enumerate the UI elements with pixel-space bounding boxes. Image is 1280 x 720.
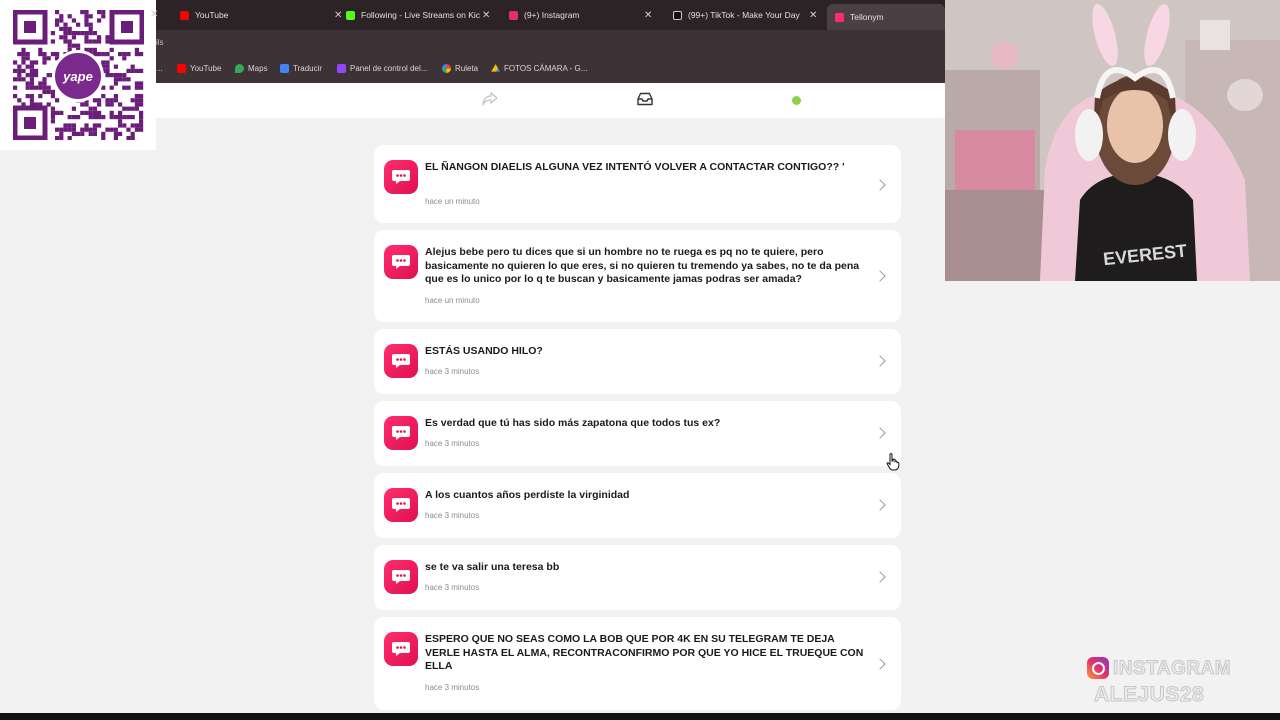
close-icon[interactable]: ✕ bbox=[809, 10, 817, 21]
close-icon[interactable]: ✕ bbox=[482, 10, 490, 21]
bookmark-maps[interactable]: Maps bbox=[235, 64, 268, 73]
maps-icon bbox=[235, 64, 244, 73]
message-time: hace un minuto bbox=[425, 296, 480, 305]
message-bubble-icon bbox=[384, 344, 418, 378]
message-text: ESTÁS USANDO HILO? bbox=[425, 345, 543, 357]
bookmark-label: Panel de control del... bbox=[350, 64, 428, 73]
bookmark-translate[interactable]: Traducir bbox=[280, 64, 322, 73]
chevron-right-icon bbox=[874, 658, 886, 670]
status-dot-icon[interactable] bbox=[792, 96, 801, 105]
message-text: Alejus bebe pero tu dices que si un homb… bbox=[425, 246, 860, 286]
close-icon[interactable]: ✕ bbox=[644, 10, 652, 21]
instagram-overlay: INSTAGRAM ALEJUS28 bbox=[1086, 655, 1266, 710]
tab-kick[interactable]: Following - Live Streams on Kic ✕ bbox=[338, 4, 498, 26]
bottom-strip bbox=[0, 713, 1280, 720]
translate-icon bbox=[280, 64, 289, 73]
address-bar[interactable]: ils bbox=[156, 30, 945, 56]
message-time: hace 3 minutos bbox=[425, 367, 480, 376]
tab-title: Tellonym bbox=[850, 12, 884, 22]
chevron-right-icon bbox=[874, 571, 886, 583]
tab-tiktok[interactable]: (99+) TikTok - Make Your Day ✕ bbox=[665, 4, 825, 26]
message-bubble-icon bbox=[384, 632, 418, 666]
tab-tellonym[interactable]: Tellonym bbox=[827, 4, 945, 30]
yape-logo: yape bbox=[52, 50, 104, 102]
youtube-favicon-icon bbox=[180, 10, 189, 20]
message-time: hace un minuto bbox=[425, 197, 480, 206]
message-bubble-icon bbox=[384, 416, 418, 450]
roulette-icon bbox=[442, 64, 451, 73]
tiktok-favicon-icon bbox=[673, 10, 682, 20]
tab-youtube[interactable]: YouTube ✕ bbox=[172, 4, 342, 26]
message-time: hace 3 minutos bbox=[425, 583, 480, 592]
kick-favicon-icon bbox=[346, 10, 355, 20]
bookmark-fotos-camara[interactable]: FOTOS CÁMARA - G... bbox=[491, 64, 587, 73]
message-time: hace 3 minutos bbox=[425, 683, 480, 692]
message-card[interactable]: EL ÑANGON DIAELIS ALGUNA VEZ INTENTÓ VOL… bbox=[374, 145, 901, 223]
message-time: hace 3 minutos bbox=[425, 439, 480, 448]
bookmark-youtube[interactable]: YouTube bbox=[177, 64, 221, 73]
bookmark-label: FOTOS CÁMARA - G... bbox=[504, 64, 588, 73]
yape-logo-text: yape bbox=[63, 68, 93, 84]
chevron-right-icon bbox=[874, 499, 886, 511]
message-text: A los cuantos años perdiste la virginida… bbox=[425, 489, 630, 501]
twitch-icon bbox=[337, 64, 346, 73]
message-time: hace 3 minutos bbox=[425, 511, 480, 520]
instagram-label: INSTAGRAM bbox=[1112, 658, 1232, 680]
webcam-image: EVEREST bbox=[945, 0, 1280, 281]
tab-title: Following - Live Streams on Kic bbox=[361, 10, 481, 20]
tab-title: (99+) TikTok - Make Your Day bbox=[688, 10, 800, 20]
bookmarks-bar: ... YouTube Maps Traducir Panel de contr… bbox=[156, 56, 945, 83]
share-icon[interactable] bbox=[482, 92, 498, 106]
qr-code-panel: yape bbox=[0, 0, 156, 150]
message-bubble-icon bbox=[384, 160, 418, 194]
message-text: EL ÑANGON DIAELIS ALGUNA VEZ INTENTÓ VOL… bbox=[425, 161, 845, 173]
chevron-right-icon bbox=[874, 179, 886, 191]
drive-icon bbox=[491, 64, 500, 72]
hand-cursor-icon bbox=[886, 453, 900, 471]
message-card[interactable]: se te va salir una teresa bb hace 3 minu… bbox=[374, 545, 901, 610]
message-card[interactable]: Alejus bebe pero tu dices que si un homb… bbox=[374, 230, 901, 322]
bookmark-label: YouTube bbox=[190, 64, 222, 73]
message-bubble-icon bbox=[384, 245, 418, 279]
message-card[interactable]: Es verdad que tú has sido más zapatona q… bbox=[374, 401, 901, 466]
chevron-right-icon bbox=[874, 427, 886, 439]
tab-instagram[interactable]: (9+) Instagram ✕ bbox=[501, 4, 661, 26]
instagram-handle: ALEJUS28 bbox=[1093, 683, 1205, 707]
instagram-favicon-icon bbox=[509, 10, 518, 20]
message-text: Es verdad que tú has sido más zapatona q… bbox=[425, 417, 721, 429]
close-icon[interactable]: ✕ bbox=[150, 9, 158, 20]
tellonym-favicon-icon bbox=[835, 12, 844, 22]
message-card[interactable]: ESPERO QUE NO SEAS COMO LA BOB QUE POR 4… bbox=[374, 617, 901, 710]
tab-title: (9+) Instagram bbox=[524, 10, 580, 20]
bookmark-twitch-panel[interactable]: Panel de control del... bbox=[337, 64, 427, 73]
chevron-right-icon bbox=[874, 270, 886, 282]
message-bubble-icon bbox=[384, 488, 418, 522]
address-fragment: ils bbox=[156, 38, 164, 47]
browser-tab-bar: ✕ YouTube ✕ Following - Live Streams on … bbox=[150, 0, 945, 30]
youtube-icon bbox=[177, 64, 186, 73]
message-bubble-icon bbox=[384, 560, 418, 594]
message-card[interactable]: ESTÁS USANDO HILO? hace 3 minutos bbox=[374, 329, 901, 394]
message-text: ESPERO QUE NO SEAS COMO LA BOB QUE POR 4… bbox=[425, 633, 864, 673]
webcam-overlay: EVEREST bbox=[945, 0, 1280, 281]
bookmark-partial[interactable]: ... bbox=[156, 64, 163, 73]
message-card[interactable]: A los cuantos años perdiste la virginida… bbox=[374, 473, 901, 538]
bookmark-label: Ruleta bbox=[455, 64, 479, 73]
bookmark-ruleta[interactable]: Ruleta bbox=[442, 64, 478, 73]
app-toolbar bbox=[156, 83, 945, 118]
tab-title: YouTube bbox=[195, 10, 229, 20]
inbox-icon[interactable] bbox=[637, 92, 653, 106]
chevron-right-icon bbox=[874, 355, 886, 367]
tab-partial-close[interactable]: ✕ bbox=[148, 4, 158, 26]
bookmark-label: Traducir bbox=[293, 64, 323, 73]
bookmark-label: Maps bbox=[248, 64, 268, 73]
instagram-icon bbox=[1087, 657, 1109, 679]
message-text: se te va salir una teresa bb bbox=[425, 561, 560, 573]
